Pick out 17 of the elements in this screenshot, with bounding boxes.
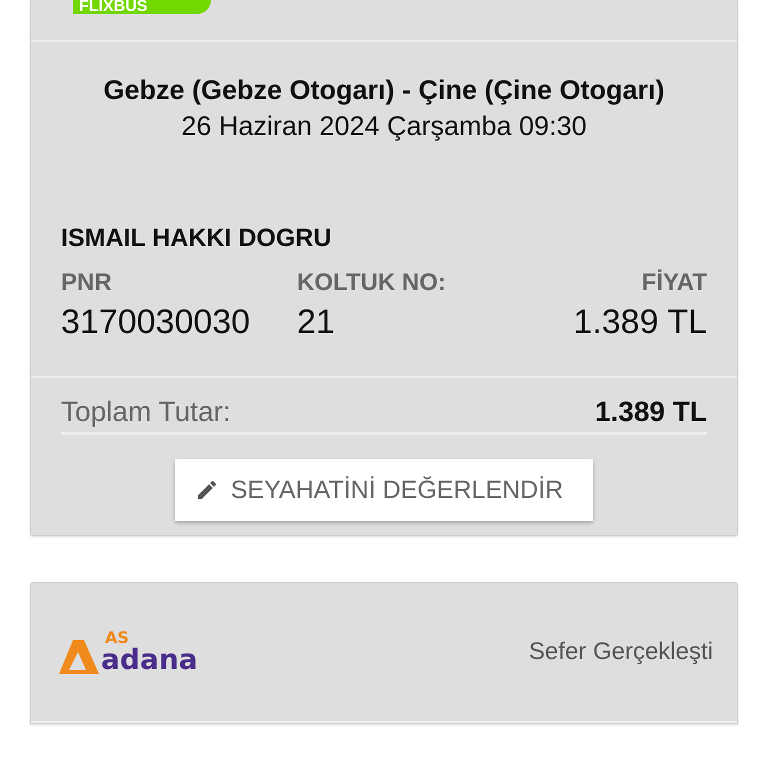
- brand-logo: FLIXBUS: [73, 0, 211, 14]
- seat-value: 21: [297, 303, 336, 342]
- pnr-value: 3170030030: [61, 303, 252, 342]
- logo-text: adana: [101, 646, 198, 674]
- triangle-logo-icon: [59, 640, 99, 674]
- total-value: 1.389 TL: [594, 396, 707, 428]
- seat-label: KOLTUK NO:: [297, 269, 447, 297]
- logo-text: AS: [105, 630, 130, 646]
- rate-trip-button[interactable]: SEYAHATİNİ DEĞERLENDİR: [174, 459, 594, 521]
- price-value: 1.389 TL: [573, 303, 707, 342]
- price-label: FİYAT: [640, 269, 707, 297]
- route-title: Gebze (Gebze Otogarı) - Çine (Çine Otogarı): [102, 74, 666, 107]
- trip-status: Sefer Gerçekleşti: [528, 638, 713, 666]
- departure-date: 26 Haziran 2024 Çarşamba 09:30: [180, 110, 588, 143]
- total-label: Toplam Tutar:: [61, 396, 231, 428]
- pnr-label: PNR: [61, 269, 113, 297]
- passenger-name: ISMAIL HAKKI DOGRU: [61, 224, 332, 253]
